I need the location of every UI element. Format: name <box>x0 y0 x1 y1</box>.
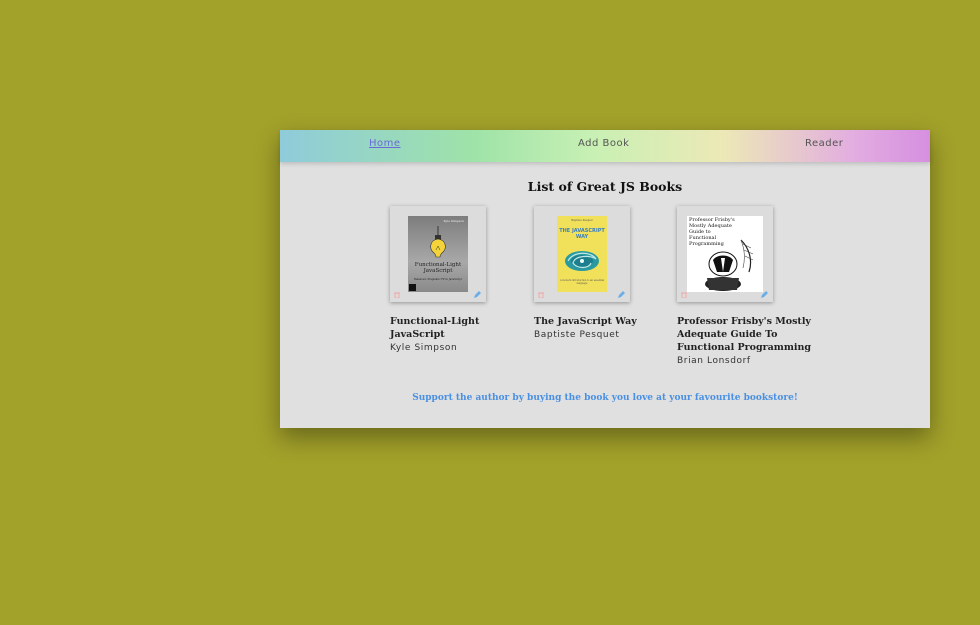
badger-illustration-icon <box>705 239 754 291</box>
cover-title: Functional-Light JavaScript <box>414 262 462 274</box>
support-author-note: Support the author by buying the book yo… <box>412 393 798 403</box>
cover-subtitle: A modern introduction to an essential la… <box>559 279 605 285</box>
nav-reader-link[interactable]: Reader <box>805 138 843 149</box>
book-cover-frame[interactable]: Professor Frisby's Mostly Adequate Guide… <box>677 206 773 302</box>
book-title[interactable]: Functional-Light JavaScript <box>390 315 530 341</box>
pencil-icon[interactable] <box>617 290 626 299</box>
lightbulb-icon <box>430 226 446 258</box>
cover-author: Kyle Simpson <box>443 219 465 223</box>
book-cover-image: Professor Frisby's Mostly Adequate Guide… <box>687 216 763 292</box>
book-title[interactable]: Professor Frisby's Mostly Adequate Guide… <box>677 315 817 354</box>
book-cover-frame[interactable]: Kyle Simpson Functional-Light JavaScript… <box>390 206 486 302</box>
page-title: List of Great JS Books <box>527 179 683 194</box>
cover-author: Baptiste Pesquet <box>571 219 593 222</box>
app-window: Home Add Book Reader List of Great JS Bo… <box>280 130 930 428</box>
galaxy-swirl-icon <box>565 251 599 271</box>
trash-icon[interactable] <box>394 292 400 298</box>
nav-add-book-link[interactable]: Add Book <box>578 138 629 149</box>
nav-home-link[interactable]: Home <box>369 138 401 149</box>
book-author: Kyle Simpson <box>390 343 458 353</box>
top-nav: Home Add Book Reader <box>280 130 930 162</box>
book-cover-frame[interactable]: Baptiste Pesquet THE JAVASCRIPT WAY A mo… <box>534 206 630 302</box>
book-author: Baptiste Pesquet <box>534 330 620 340</box>
book-card: Kyle Simpson Functional-Light JavaScript… <box>390 206 530 353</box>
pencil-icon[interactable] <box>760 290 769 299</box>
publisher-logo <box>409 284 416 291</box>
trash-icon[interactable] <box>681 292 687 298</box>
book-cover-image: Baptiste Pesquet THE JAVASCRIPT WAY A mo… <box>557 216 607 292</box>
pencil-icon[interactable] <box>473 290 482 299</box>
cover-subtitle: Balanced, Pragmatic FP in JavaScript <box>414 278 462 281</box>
book-card: Professor Frisby's Mostly Adequate Guide… <box>677 206 817 366</box>
book-card: Baptiste Pesquet THE JAVASCRIPT WAY A mo… <box>534 206 674 340</box>
book-cover-image: Kyle Simpson Functional-Light JavaScript… <box>408 216 468 292</box>
cover-title: THE JAVASCRIPT WAY <box>559 228 605 240</box>
book-title[interactable]: The JavaScript Way <box>534 315 674 328</box>
trash-icon[interactable] <box>538 292 544 298</box>
book-author: Brian Lonsdorf <box>677 356 751 366</box>
